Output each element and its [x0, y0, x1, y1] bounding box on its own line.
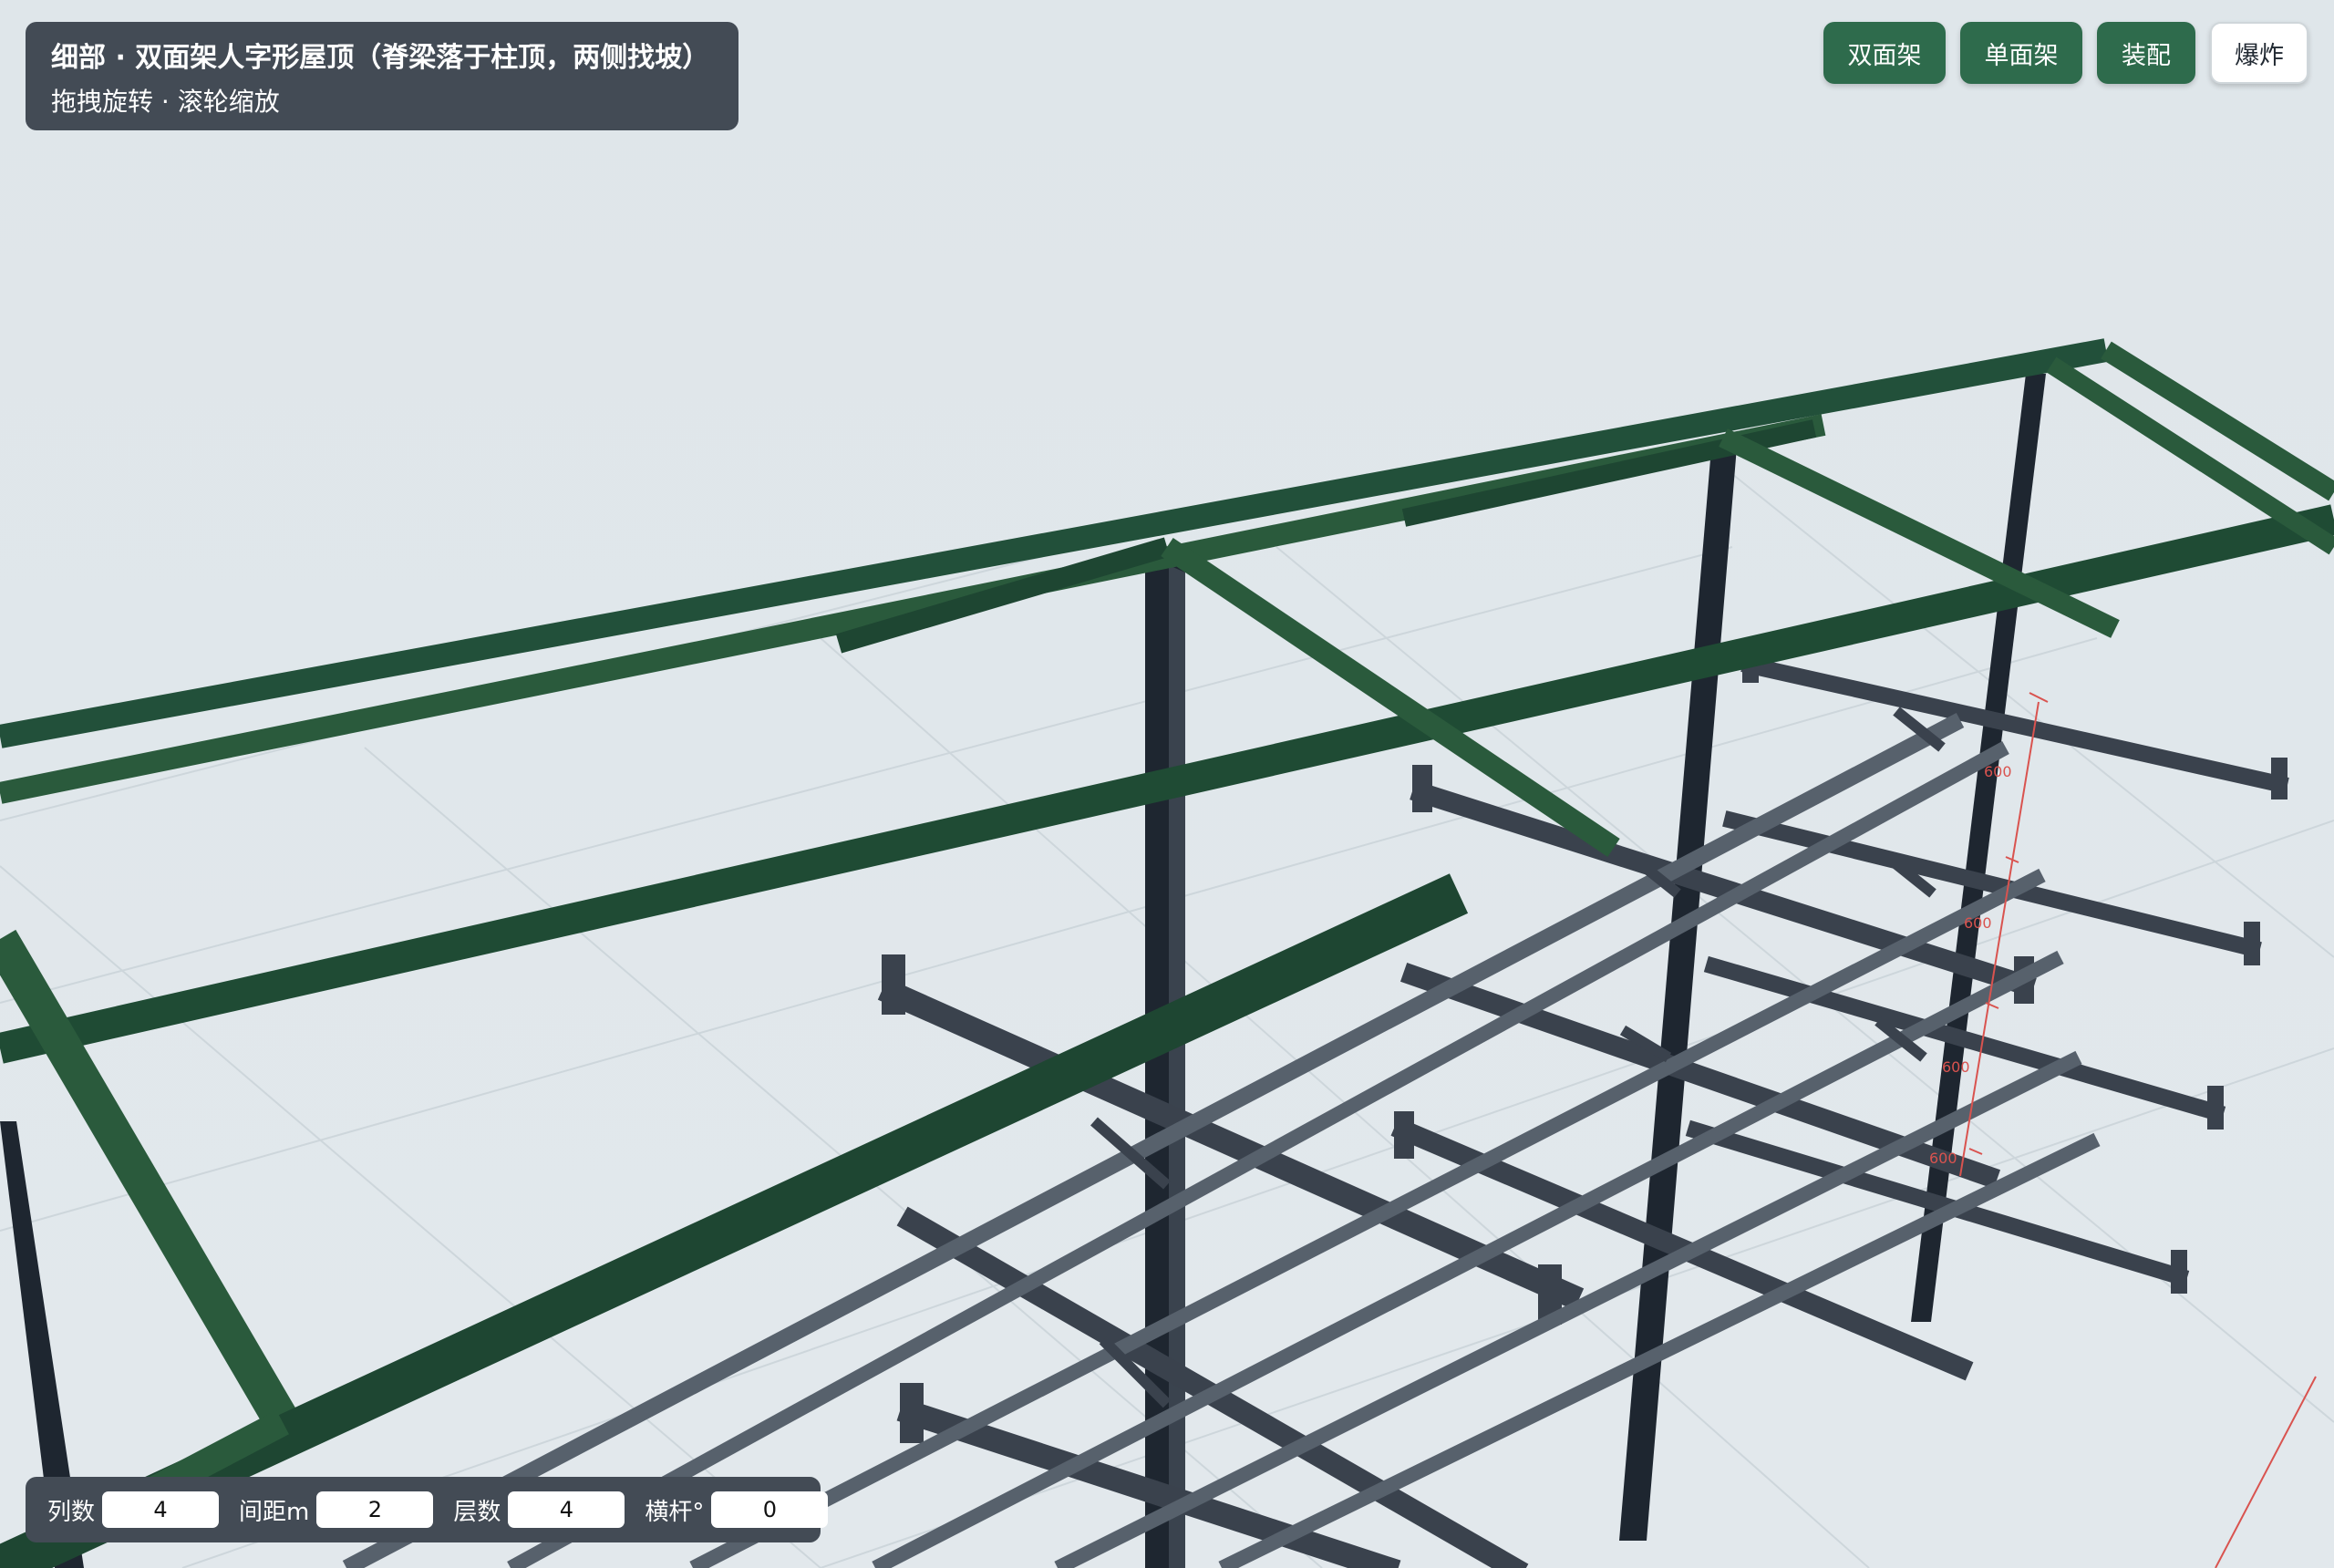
interaction-hint: 拖拽旋转 · 滚轮缩放 [51, 87, 280, 117]
double-rack-button[interactable]: 双面架 [1823, 22, 1946, 84]
columns-input[interactable] [102, 1491, 220, 1528]
title-panel: 细部 · 双面架人字形屋顶（脊梁落于柱顶，两侧找坡） 拖拽旋转 · 滚轮缩放 [26, 22, 738, 130]
levels-label: 层数 [453, 1498, 501, 1526]
single-rack-button[interactable]: 单面架 [1960, 22, 2082, 84]
assemble-button[interactable]: 装配 [2097, 22, 2195, 84]
spacing-label: 间距m [239, 1498, 310, 1526]
crossbar-angle-label: 横杆° [645, 1498, 705, 1526]
levels-input[interactable] [508, 1491, 625, 1528]
columns-label: 列数 [47, 1498, 96, 1526]
parameter-bar: 列数 间距m 层数 横杆° [26, 1477, 829, 1542]
page-title: 细部 · 双面架人字形屋顶（脊梁落于柱顶，两侧找坡） [51, 42, 710, 74]
dimension-label-3: 600 [1942, 1058, 1970, 1076]
spacing-input[interactable] [316, 1491, 434, 1528]
explode-button[interactable]: 爆炸 [2210, 22, 2308, 84]
crossbar-angle-input[interactable] [711, 1491, 829, 1528]
dimension-label-1: 600 [1984, 763, 2012, 780]
dimension-label-2: 600 [1964, 914, 1992, 932]
3d-viewport[interactable]: 600 600 600 600 [0, 0, 2334, 1568]
dimension-label-4: 600 [1929, 1150, 1957, 1167]
